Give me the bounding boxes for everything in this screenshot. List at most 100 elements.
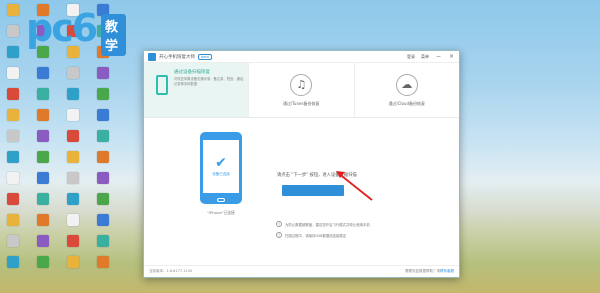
shortcut-glyph-icon [37,193,49,205]
shortcut-glyph-icon [7,193,19,205]
desktop-shortcut-icon[interactable] [30,109,56,130]
shortcut-glyph-icon [7,130,19,142]
desktop-shortcut-icon[interactable] [0,214,26,235]
desktop-shortcut-icon[interactable] [90,88,116,109]
tip-usb-text: 扫描过程中，请保持USB数据线连接稳定 [285,233,347,238]
shortcut-glyph-icon [7,256,19,268]
desktop-shortcut-icon[interactable] [60,256,86,277]
shortcut-glyph-icon [67,214,79,226]
shortcut-glyph-icon [7,46,19,58]
title-bar: 开心手机恢复大师 beta 登录 菜单 − × [144,51,459,63]
desktop-shortcut-icon[interactable] [90,235,116,256]
menu-button[interactable]: 菜单 [421,54,429,60]
desktop-shortcut-icon[interactable] [0,193,26,214]
desktop-shortcut-icon[interactable] [90,256,116,277]
tab-icloud-backup[interactable]: ☁ 通过iCloud备份恢复 [353,63,460,117]
shortcut-glyph-icon [7,172,19,184]
shortcut-glyph-icon [37,67,49,79]
shortcut-glyph-icon [67,256,79,268]
shortcut-glyph-icon [67,130,79,142]
desktop-shortcut-icon[interactable] [90,151,116,172]
desktop-shortcut-icon[interactable] [30,214,56,235]
contact-support-link[interactable]: 联系客服 [440,269,454,273]
shortcut-glyph-icon [67,193,79,205]
desktop-shortcut-icon[interactable] [0,67,26,88]
desktop-shortcut-icon[interactable] [0,109,26,130]
shortcut-glyph-icon [7,25,19,37]
shortcut-glyph-icon [97,193,109,205]
shortcut-glyph-icon [97,256,109,268]
desktop-shortcut-icon[interactable] [30,256,56,277]
shortcut-glyph-icon [67,172,79,184]
desktop-shortcut-icon[interactable] [30,151,56,172]
logo-tag: 教学 [101,14,126,56]
cloud-icon: ☁ [395,73,418,96]
desktop-shortcut-icon[interactable] [0,256,26,277]
desktop-shortcut-icon[interactable] [60,109,86,130]
tab-itunes-backup[interactable]: ♫ 通过iTunes备份恢复 [248,63,354,117]
desktop-shortcut-icon[interactable] [0,88,26,109]
tab-device-scan-desc: 可恢复苹果设备的通讯录、备忘录、短信、通话记录等多种数据 [174,77,244,86]
phone-status: 设备已连接 [212,172,230,176]
desktop-shortcut-icon[interactable] [30,235,56,256]
desktop-shortcut-icon[interactable] [30,130,56,151]
main-panel: ✔ 设备已连接 "iPhone"已连接 请点击 "下一步" 按钮，进入设备数据扫… [144,118,459,267]
close-icon[interactable]: × [448,53,455,60]
phone-caption: "iPhone"已连接 [207,210,235,215]
desktop-shortcut-icon[interactable] [90,193,116,214]
desktop-shortcut-icon[interactable] [30,88,56,109]
shortcut-glyph-icon [7,214,19,226]
minimize-icon[interactable]: − [435,53,442,60]
status-bar: 当前版本：1.6.6177.1140 需要恢复数据帮助？请联系客服 [144,265,459,277]
check-icon: ✔ [215,155,227,171]
tip-airplane: ! 为防止数据被覆盖，建议您开启飞行模式并停止使用手机 [276,221,370,227]
desktop-shortcut-icon[interactable] [90,67,116,88]
desktop-shortcut-icon[interactable] [60,235,86,256]
shortcut-glyph-icon [97,214,109,226]
desktop-shortcut-icon[interactable] [0,235,26,256]
desktop-shortcut-icon[interactable] [90,109,116,130]
info-icon: ! [276,221,282,227]
desktop-shortcut-icon[interactable] [0,172,26,193]
desktop-shortcut-icon[interactable] [60,88,86,109]
desktop-shortcut-icon[interactable] [90,214,116,235]
version-text: 当前版本：1.6.6177.1140 [149,269,193,273]
home-button-icon [217,198,225,202]
desktop-shortcut-icon[interactable] [90,130,116,151]
desktop-shortcut-icon[interactable] [0,4,26,25]
help-prefix: 需要恢复数据帮助？请 [405,269,440,273]
desktop-shortcut-icon[interactable] [0,151,26,172]
desktop-shortcut-icon[interactable] [60,67,86,88]
desktop-shortcut-icon[interactable] [60,130,86,151]
desktop-shortcut-icon[interactable] [60,214,86,235]
shortcut-glyph-icon [37,235,49,247]
shortcut-glyph-icon [7,151,19,163]
desktop-shortcut-icon[interactable] [0,130,26,151]
shortcut-glyph-icon [37,151,49,163]
version-badge: beta [198,53,212,60]
shortcut-glyph-icon [37,88,49,100]
shortcut-glyph-icon [97,67,109,79]
login-button[interactable]: 登录 [407,54,415,60]
tab-device-scan[interactable]: 通过设备扫描恢复 可恢复苹果设备的通讯录、备忘录、短信、通话记录等多种数据 [144,63,248,117]
desktop-shortcut-icon[interactable] [30,67,56,88]
logo-text: pc6 [26,6,98,50]
tip-airplane-text: 为防止数据被覆盖，建议您开启飞行模式并停止使用手机 [285,222,370,227]
desktop-shortcut-icon[interactable] [60,172,86,193]
next-button[interactable] [282,185,344,196]
app-window: 开心手机恢复大师 beta 登录 菜单 − × 通过设备扫描恢复 可恢复苹果设备… [143,50,460,278]
shortcut-glyph-icon [67,88,79,100]
desktop-shortcut-icon[interactable] [90,172,116,193]
desktop-shortcut-icon[interactable] [0,25,26,46]
info-icon: ! [276,232,282,238]
shortcut-glyph-icon [7,88,19,100]
recovery-mode-tabs: 通过设备扫描恢复 可恢复苹果设备的通讯录、备忘录、短信、通话记录等多种数据 ♫ … [144,63,459,118]
desktop-shortcut-icon[interactable] [60,193,86,214]
desktop-shortcut-icon[interactable] [0,46,26,67]
desktop-shortcut-icon[interactable] [30,193,56,214]
desktop-shortcut-icon[interactable] [60,151,86,172]
shortcut-glyph-icon [97,235,109,247]
tab-itunes-title: 通过iTunes备份恢复 [282,100,320,106]
desktop-shortcut-icon[interactable] [30,172,56,193]
shortcut-glyph-icon [37,214,49,226]
